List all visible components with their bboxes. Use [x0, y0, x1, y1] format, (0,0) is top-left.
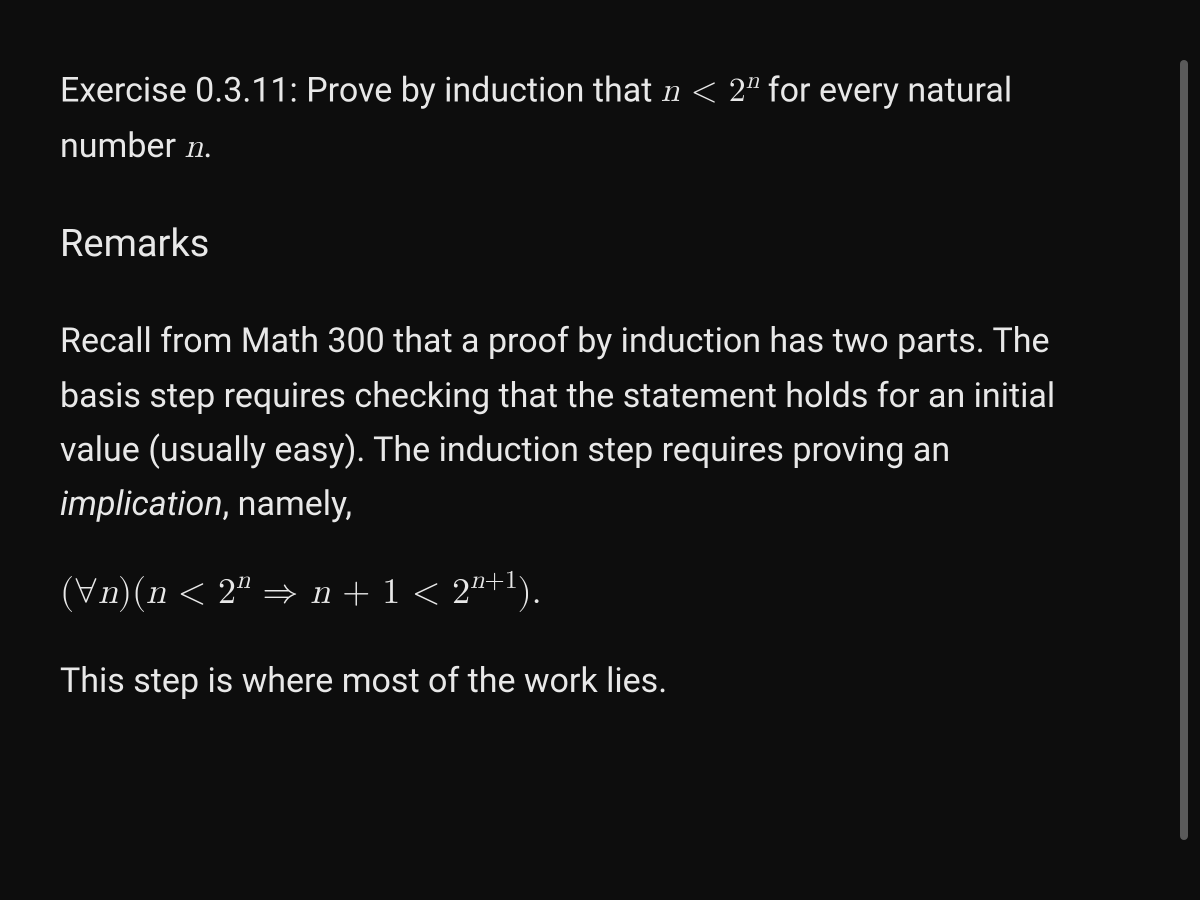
remarks-text-before: Recall from Math 300 that a proof by ind…: [60, 321, 1055, 470]
exercise-text-3: .: [203, 126, 212, 166]
closing-paragraph: This step is where most of the work lies…: [60, 654, 1100, 708]
exercise-math-1: n < 2n: [661, 70, 760, 110]
exercise-statement: Exercise 0.3.11: Prove by induction that…: [60, 62, 1100, 174]
document-content: Exercise 0.3.11: Prove by induction that…: [0, 0, 1160, 784]
exercise-label: Exercise 0.3.11:: [60, 70, 298, 110]
exercise-text-1: Prove by induction that: [298, 70, 661, 110]
remarks-emphasis: implication: [60, 484, 223, 524]
remarks-paragraph: Recall from Math 300 that a proof by ind…: [60, 314, 1100, 532]
remarks-heading: Remarks: [60, 222, 1100, 266]
scrollbar[interactable]: [1180, 60, 1188, 840]
math-display: (∀n)(n < 2n ⇒ n + 1 < 2n+1).: [60, 568, 1100, 614]
remarks-text-after: , namely,: [223, 484, 353, 524]
exercise-math-2: n: [184, 126, 203, 166]
